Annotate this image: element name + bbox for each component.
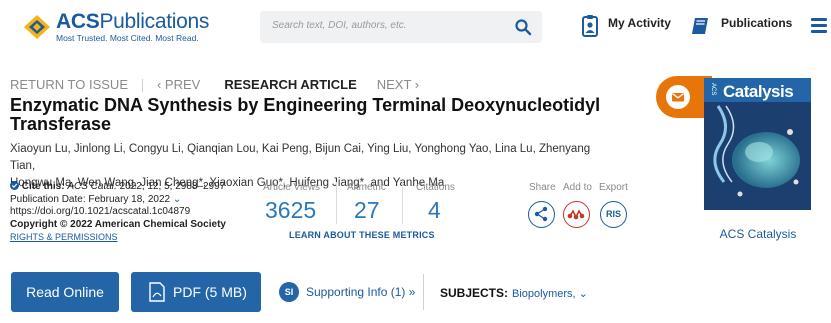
citation-block: Cite this: ACS Catal. 2022, 12, 5, 2988–… bbox=[10, 181, 250, 245]
share-button[interactable] bbox=[528, 201, 555, 228]
export-label: Export bbox=[599, 182, 628, 193]
search-placeholder: Search text, DOI, authors, etc. bbox=[272, 20, 407, 31]
article-type: RESEARCH ARTICLE bbox=[224, 77, 357, 92]
user-badge-icon[interactable] bbox=[582, 15, 598, 37]
journal-name-link[interactable]: ACS Catalysis bbox=[708, 227, 808, 241]
book-icon[interactable] bbox=[690, 16, 710, 36]
next-link[interactable]: NEXT › bbox=[377, 77, 419, 92]
prev-link[interactable]: ‹ PREV bbox=[157, 77, 200, 92]
rights-permissions-link[interactable]: RIGHTS & PERMISSIONS bbox=[10, 232, 118, 242]
pdf-label: PDF (5 MB) bbox=[173, 284, 247, 300]
metric-divider bbox=[402, 182, 403, 224]
citations-label: Citations bbox=[416, 182, 455, 193]
cover-acs-label: ACS bbox=[710, 83, 716, 96]
metric-divider bbox=[336, 182, 337, 224]
chevron-down-icon[interactable]: ⌄ bbox=[173, 194, 181, 205]
add-to-button[interactable] bbox=[563, 201, 590, 228]
learn-about-metrics-link[interactable]: LEARN ABOUT THESE METRICS bbox=[289, 230, 435, 240]
pdf-download-button[interactable]: PDF (5 MB) bbox=[131, 272, 261, 312]
publications-link[interactable]: Publications bbox=[721, 16, 792, 30]
cite-line: Cite this: ACS Catal. 2022, 12, 5, 2988–… bbox=[10, 181, 250, 194]
journal-ref: 2022, 12, 5, 2988–2997 bbox=[116, 181, 226, 192]
cite-label: Cite this: bbox=[21, 181, 65, 192]
read-online-label: Read Online bbox=[26, 284, 104, 300]
subjects-dropdown[interactable]: Biopolymers, ⌄ bbox=[512, 287, 588, 300]
views-value[interactable]: 3625 bbox=[265, 197, 316, 224]
logo-title[interactable]: ACSPublications bbox=[56, 10, 209, 34]
my-activity-link[interactable]: My Activity bbox=[608, 16, 671, 30]
read-online-button[interactable]: Read Online bbox=[11, 272, 119, 312]
export-ris-button[interactable]: RIS bbox=[600, 201, 627, 228]
divider bbox=[423, 274, 424, 310]
publication-date[interactable]: Publication Date: February 18, 2022 ⌄ bbox=[10, 194, 250, 207]
mail-icon bbox=[666, 85, 690, 109]
return-to-issue-link[interactable]: RETURN TO ISSUE bbox=[10, 77, 128, 92]
altmetric-label: Altmetric bbox=[347, 182, 386, 193]
supporting-info-link[interactable]: Supporting Info (1) » bbox=[306, 285, 415, 299]
cover-footer bbox=[704, 210, 811, 218]
add-to-label: Add to bbox=[563, 182, 592, 193]
check-circle-icon bbox=[10, 181, 19, 190]
copyright: Copyright © 2022 American Chemical Socie… bbox=[10, 218, 226, 230]
search-input[interactable]: Search text, DOI, authors, etc. bbox=[260, 11, 542, 43]
site-header: ACSPublications Most Trusted. Most Cited… bbox=[0, 0, 831, 60]
altmetric-value[interactable]: 27 bbox=[354, 197, 380, 224]
doi-link[interactable]: https://doi.org/10.1021/acscatal.1c04879 bbox=[10, 206, 250, 219]
article-title: Enzymatic DNA Synthesis by Engineering T… bbox=[10, 95, 601, 134]
share-icon bbox=[534, 206, 548, 222]
views-label: Article Views bbox=[263, 182, 321, 193]
citations-value[interactable]: 4 bbox=[428, 197, 441, 224]
hamburger-menu-icon[interactable] bbox=[811, 18, 827, 33]
mendeley-icon bbox=[567, 209, 585, 220]
journal-cover-image[interactable]: ACS Catalysis bbox=[704, 78, 811, 218]
breadcrumb: RETURN TO ISSUE ‹ PREV RESEARCH ARTICLE NEX… bbox=[10, 77, 419, 93]
acs-logo-icon[interactable] bbox=[22, 13, 52, 41]
share-label: Share bbox=[529, 182, 556, 193]
pdf-file-icon bbox=[149, 282, 165, 302]
supporting-info-badge[interactable]: SI bbox=[279, 282, 299, 302]
authors-line-1[interactable]: Xiaoyun Lu, Jinlong Li, Congyu Li, Qianq… bbox=[10, 141, 610, 175]
ris-label: RIS bbox=[605, 209, 621, 219]
cover-artwork-icon bbox=[704, 102, 811, 212]
search-icon[interactable] bbox=[514, 18, 532, 36]
logo-tagline: Most Trusted. Most Cited. Most Read. bbox=[56, 33, 199, 43]
journal-abbrev: ACS Catal. bbox=[67, 181, 117, 192]
cover-journal-title: Catalysis bbox=[723, 82, 794, 101]
subjects-label: SUBJECTS: bbox=[440, 286, 509, 300]
